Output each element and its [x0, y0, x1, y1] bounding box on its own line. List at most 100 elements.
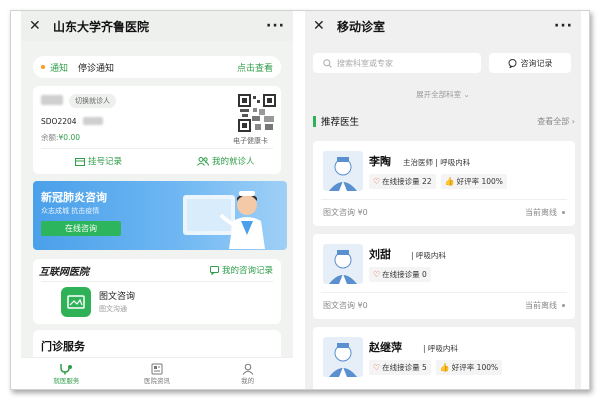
outpatient-title: 门诊服务 — [41, 340, 85, 353]
doctor-stats: ♡ 在线接诊量 22 👍 好评率 100% — [369, 174, 512, 189]
close-icon[interactable]: ✕ — [313, 18, 331, 34]
thumb-up-icon: 👍 — [439, 363, 450, 372]
notice-bar[interactable]: 通知 停诊通知 点击查看 — [33, 56, 281, 78]
recommend-header: 推荐医生 查看全部 › — [313, 111, 575, 131]
user-icon — [242, 363, 254, 375]
status-text: 当前离线 — [525, 301, 557, 310]
doctor-avatar-icon — [323, 151, 363, 191]
more-menu-icon[interactable]: ··· — [554, 18, 573, 34]
covid-banner-title: 新冠肺炎咨询 — [41, 191, 107, 204]
tab-hospital-news[interactable]: 医院资讯 — [112, 358, 203, 389]
card-number: SDO2204 — [41, 117, 77, 126]
chat-icon — [209, 265, 219, 275]
divider — [321, 199, 567, 200]
card-number-blurred — [83, 117, 103, 125]
register-records-link[interactable]: 挂号记录 — [75, 155, 122, 167]
qr-code-icon[interactable] — [238, 94, 276, 132]
tab-label: 就医服务 — [53, 377, 80, 385]
internet-hospital-logo: 互联网医院 — [39, 267, 89, 278]
heart-icon: ♡ — [373, 363, 381, 372]
notice-tag: 通知 — [50, 63, 69, 74]
rating-badge: 👍 好评率 100% — [440, 174, 507, 189]
page-title: 移动诊室 — [337, 19, 386, 34]
balance: 余额:¥0.00 — [41, 132, 80, 143]
doctor-title: | 呼吸内科 — [423, 344, 458, 353]
health-card-label: 电子健康卡 — [233, 137, 268, 145]
consult-records-label: 咨询记录 — [520, 58, 553, 68]
my-consult-records-link[interactable]: 我的咨询记录 — [209, 264, 273, 276]
status-text: 当前离线 — [525, 208, 557, 217]
doctor-rank: 主治医师 — [403, 158, 433, 167]
view-all-label: 查看全部 — [537, 116, 570, 126]
doctor-name: 赵继萍 — [369, 341, 402, 354]
rating-value: 好评率 100% — [456, 177, 503, 186]
recommend-title: 推荐医生 — [321, 117, 360, 128]
image-text-consult-subtitle: 图文沟通 — [99, 305, 127, 313]
consult-price: 图文咨询 ¥0 — [323, 301, 368, 310]
patient-name-blurred — [41, 95, 63, 105]
more-menu-icon[interactable]: ··· — [266, 18, 285, 34]
image-text-consult-icon[interactable] — [61, 287, 91, 317]
tab-label: 我的 — [241, 377, 255, 385]
online-count-badge: ♡ 在线接诊量 5 — [369, 360, 431, 375]
doctor-avatar-icon — [323, 244, 363, 284]
rating-badge: 👍 好评率 100% — [435, 360, 503, 375]
screenshot-frame: ✕ 山东大学齐鲁医院 ··· 通知 停诊通知 点击查看 切换就诊人 SDO220… — [10, 10, 590, 390]
tab-label: 医院资讯 — [144, 377, 170, 385]
tab-medical-service[interactable]: 就医服务 — [21, 358, 112, 389]
news-icon — [151, 363, 163, 375]
bottom-tab-bar: 就医服务 医院资讯 我的 — [21, 357, 293, 389]
consult-price: 图文咨询 ¥0 — [323, 208, 368, 217]
doctor-title: 主治医师 | 呼吸内科 — [403, 158, 471, 167]
my-consult-records-label: 我的咨询记录 — [221, 266, 273, 276]
online-consult-button[interactable]: 在线咨询 — [41, 221, 121, 236]
online-count-badge: ♡ 在线接诊量 22 — [369, 174, 436, 189]
online-count: 在线接诊量 22 — [382, 177, 432, 186]
status-dot-icon — [562, 304, 565, 307]
top-bar: ✕ 移动诊室 ··· — [305, 11, 581, 41]
doctor-avatar-icon — [323, 337, 363, 377]
close-icon[interactable]: ✕ — [29, 18, 47, 34]
status-dot-icon — [562, 211, 565, 214]
doctor-card[interactable]: 李陶 主治医师 | 呼吸内科 ♡ 在线接诊量 22 👍 好评率 100% 图文咨询 … — [313, 141, 575, 226]
balance-label: 余额: — [41, 133, 59, 142]
switch-patient-button[interactable]: 切换就诊人 — [69, 94, 116, 108]
heart-icon: ♡ — [373, 177, 381, 186]
expand-all-departments[interactable]: 展开全部科室 ⌄ — [305, 89, 581, 100]
search-placeholder: 搜索科室或专家 — [337, 58, 393, 68]
doctor-stats: ♡ 在线接诊量 5 👍 好评率 100% — [369, 360, 507, 375]
doctor-title: | 呼吸内科 — [411, 251, 446, 260]
doctor-card[interactable]: 刘甜 | 呼吸内科 ♡ 在线接诊量 0 图文咨询 ¥0 当前离线 — [313, 234, 575, 319]
doctor-card[interactable]: 赵继萍 | 呼吸内科 ♡ 在线接诊量 5 👍 好评率 100% — [313, 327, 575, 389]
view-all-link[interactable]: 查看全部 › — [537, 116, 575, 127]
divider — [41, 281, 273, 282]
covid-banner-subtitle: 众志成城 抗击疫情 — [41, 207, 100, 215]
search-icon — [323, 58, 332, 68]
notice-view-link[interactable]: 点击查看 — [237, 61, 273, 74]
image-text-consult-title[interactable]: 图文咨询 — [99, 289, 135, 302]
consult-records-button[interactable]: 咨询记录 — [489, 53, 571, 73]
tab-mine[interactable]: 我的 — [202, 358, 293, 389]
calendar-icon — [75, 157, 85, 166]
online-count-badge: ♡ 在线接诊量 0 — [369, 267, 431, 282]
online-status: 当前离线 — [525, 300, 565, 311]
hospital-home-screen: ✕ 山东大学齐鲁医院 ··· 通知 停诊通知 点击查看 切换就诊人 SDO220… — [21, 11, 293, 389]
top-bar: ✕ 山东大学齐鲁医院 ··· — [21, 11, 293, 41]
doctor-name: 刘甜 — [369, 248, 391, 261]
doctor-illustration-icon — [183, 191, 265, 249]
search-input[interactable]: 搜索科室或专家 — [313, 53, 481, 73]
thumb-up-icon: 👍 — [444, 177, 455, 186]
heart-icon: ♡ — [373, 270, 381, 279]
expand-label: 展开全部科室 — [416, 90, 462, 99]
section-accent-bar — [313, 115, 316, 127]
patient-card: 切换就诊人 SDO2204 余额:¥0.00 电子健康卡 挂号记录 我的就诊人 — [33, 86, 281, 174]
notice-text: 停诊通知 — [78, 63, 115, 74]
chat-icon — [508, 58, 516, 68]
stethoscope-icon — [60, 364, 73, 375]
my-patients-label: 我的就诊人 — [212, 157, 255, 167]
online-count: 在线接诊量 5 — [382, 363, 427, 372]
page-title: 山东大学齐鲁医院 — [53, 19, 150, 34]
my-patients-link[interactable]: 我的就诊人 — [197, 155, 255, 167]
covid-consult-banner[interactable]: 新冠肺炎咨询 众志成城 抗击疫情 在线咨询 — [33, 181, 287, 250]
doctor-name: 李陶 — [369, 155, 391, 168]
